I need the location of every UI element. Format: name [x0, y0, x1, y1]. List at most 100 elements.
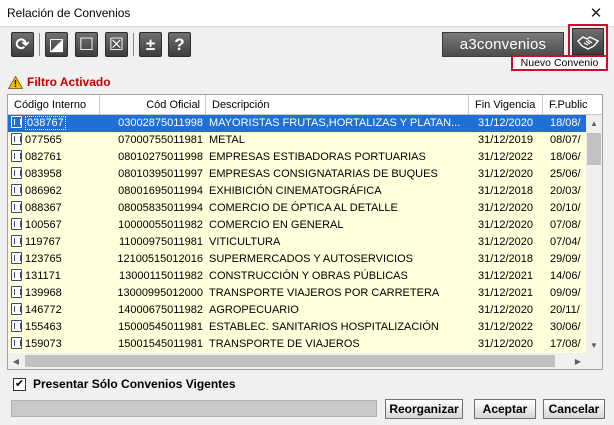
document-icon [11, 252, 22, 264]
cell-fin-vigencia: 31/12/2020 [477, 219, 534, 231]
header-f-public[interactable]: F.Public [543, 95, 602, 115]
handshake-icon [572, 28, 604, 55]
table-row[interactable]: 159073 15001545011981 TRANSPORTE DE VIAJER… [8, 336, 586, 353]
table-row[interactable]: 077565 07000755011981 METAL 31/12/2019 08/07… [8, 132, 586, 149]
brand-logo: a3convenios [442, 32, 564, 57]
document-icon [11, 133, 22, 145]
cell-cod-oficial: 07000755011981 [118, 134, 203, 146]
header-codigo-interno[interactable]: Código Interno [8, 95, 100, 115]
cell-cod-oficial: 08010395011997 [118, 168, 203, 180]
horizontal-scroll-thumb[interactable] [25, 355, 555, 367]
cell-codigo-interno: 038767 [11, 115, 97, 132]
cell-fin-vigencia: 31/12/2020 [477, 304, 534, 316]
table-row[interactable]: 082761 08010275011998 EMPRESAS ESTIBADORAS… [8, 149, 586, 166]
warning-icon [8, 75, 23, 89]
refresh-icon: ⟳ [15, 34, 30, 54]
table-row[interactable]: 155463 15000545011981 ESTABLEC. SANITARIOS… [8, 319, 586, 336]
cell-cod-oficial: 03002875011998 [118, 117, 203, 129]
cell-codigo-interno: 131171 [11, 268, 97, 285]
cell-codigo-interno: 077565 [11, 132, 97, 149]
select-half-button[interactable]: ◪ [45, 32, 68, 57]
scroll-up-icon[interactable]: ▲ [586, 115, 602, 131]
header-fin-vigencia[interactable]: Fin Vigencia [469, 95, 543, 115]
header-descripcion[interactable]: Descripción [206, 95, 469, 115]
help-button[interactable]: ? [168, 32, 191, 57]
close-button[interactable]: ✕ [578, 0, 614, 26]
scroll-down-icon[interactable]: ▼ [586, 337, 602, 353]
only-vigentes-checkbox[interactable]: ✔ [13, 377, 26, 391]
cell-descripcion: EXHIBICIÓN CINEMATOGRÁFICA [209, 185, 382, 197]
refresh-button[interactable]: ⟳ [11, 32, 34, 57]
cell-fin-vigencia: 31/12/2020 [477, 117, 534, 129]
table-row[interactable]: 088367 08005835011994 COMERCIO DE ÓPTICA A… [8, 200, 586, 217]
cell-descripcion: AGROPECUARIO [209, 304, 299, 316]
cell-fin-vigencia: 31/12/2022 [477, 321, 534, 333]
header-cod-oficial[interactable]: Cód Oficial [100, 95, 206, 115]
cell-fin-vigencia: 31/12/2018 [477, 253, 534, 265]
cell-fin-vigencia: 31/12/2021 [477, 270, 534, 282]
select-none-button[interactable]: ☐ [75, 32, 98, 57]
cell-codigo-interno: 119767 [11, 234, 97, 251]
cell-cod-oficial: 13000115011982 [118, 270, 203, 282]
cell-cod-oficial: 10000055011982 [118, 219, 203, 231]
cell-descripcion: EMPRESAS ESTIBADORAS PORTUARIAS [209, 151, 426, 163]
table-row[interactable]: 131171 13000115011982 CONSTRUCCIÓN Y OBRAS… [8, 268, 586, 285]
cell-cod-oficial: 11000975011981 [118, 236, 203, 248]
cell-descripcion: METAL [209, 134, 245, 146]
table-row[interactable]: 123765 12100515012016 SUPERMERCADOS Y AUTO… [8, 251, 586, 268]
cancelar-button[interactable]: Cancelar [543, 399, 605, 419]
nuevo-convenio-tooltip: Nuevo Convenio [511, 55, 608, 71]
cell-cod-oficial: 12100515012016 [117, 253, 203, 265]
table-row[interactable]: 038767 03002875011998 MAYORISTAS FRUTAS,HO… [8, 115, 586, 132]
cell-descripcion: SUPERMERCADOS Y AUTOSERVICIOS [209, 253, 413, 265]
table-row[interactable]: 119767 11000975011981 VITICULTURA 31/12/202… [8, 234, 586, 251]
cell-codigo-interno: 083958 [11, 166, 97, 183]
cell-codigo-interno: 139968 [11, 285, 97, 302]
cell-cod-oficial: 08005835011994 [118, 202, 203, 214]
cell-cod-oficial: 15001545011981 [118, 338, 203, 350]
table-row[interactable]: 100567 10000055011982 COMERCIO EN GENERAL 3… [8, 217, 586, 234]
table-header: Código Interno Cód Oficial Descripción F… [8, 95, 602, 115]
cell-cod-oficial: 14000675011982 [118, 304, 203, 316]
table-row[interactable]: 146772 14000675011982 AGROPECUARIO 31/12/20… [8, 302, 586, 319]
cell-fin-vigencia: 31/12/2020 [477, 338, 534, 350]
cell-fin-vigencia: 31/12/2022 [477, 151, 534, 163]
vertical-scroll-thumb[interactable] [587, 133, 601, 165]
document-icon [11, 286, 22, 298]
filter-indicator: Filtro Activado [8, 73, 111, 91]
cell-codigo-interno: 123765 [11, 251, 97, 268]
table-row[interactable]: 139968 13000995012000 TRANSPORTE VIAJEROS … [8, 285, 586, 302]
cell-fin-vigencia: 31/12/2020 [477, 168, 534, 180]
aceptar-button[interactable]: Aceptar [474, 399, 536, 419]
cell-codigo-interno: 100567 [11, 217, 97, 234]
scroll-right-icon[interactable]: ▶ [570, 353, 586, 369]
vertical-scrollbar[interactable]: ▲ ▼ [586, 115, 602, 353]
horizontal-scrollbar[interactable]: ◀ ▶ [8, 353, 586, 369]
cell-codigo-interno: 146772 [11, 302, 97, 319]
document-icon [11, 235, 22, 247]
plus-minus-icon: ± [145, 34, 156, 54]
nuevo-convenio-button[interactable] [568, 24, 608, 59]
cell-codigo-interno: 086962 [11, 183, 97, 200]
cell-fin-vigencia: 31/12/2018 [477, 185, 534, 197]
only-vigentes-label: Presentar Sólo Convenios Vigentes [33, 377, 236, 391]
convenios-table[interactable]: Código Interno Cód Oficial Descripción F… [7, 94, 603, 370]
only-vigentes-option[interactable]: ✔ Presentar Sólo Convenios Vigentes [13, 376, 236, 392]
cell-fin-vigencia: 31/12/2019 [477, 134, 534, 146]
cell-descripcion: COMERCIO DE ÓPTICA AL DETALLE [209, 202, 398, 214]
scroll-corner [586, 353, 602, 369]
table-body: 038767 03002875011998 MAYORISTAS FRUTAS,HO… [8, 115, 586, 353]
cell-cod-oficial: 08010275011998 [118, 151, 203, 163]
cell-descripcion: MAYORISTAS FRUTAS,HORTALIZAS Y PLATAN... [209, 117, 461, 129]
deselect-button[interactable]: ☒ [105, 32, 128, 57]
reorganizar-button[interactable]: Reorganizar [385, 399, 463, 419]
table-row[interactable]: 083958 08010395011997 EMPRESAS CONSIGNATAR… [8, 166, 586, 183]
table-row[interactable]: 086962 08001695011994 EXHIBICIÓN CINEMATOG… [8, 183, 586, 200]
plus-minus-button[interactable]: ± [139, 32, 162, 57]
document-icon [11, 150, 22, 162]
scroll-left-icon[interactable]: ◀ [8, 353, 24, 369]
document-icon [11, 167, 22, 179]
document-icon [11, 218, 22, 230]
window-title: Relación de Convenios [7, 6, 131, 20]
cell-codigo-interno: 159073 [11, 336, 97, 353]
